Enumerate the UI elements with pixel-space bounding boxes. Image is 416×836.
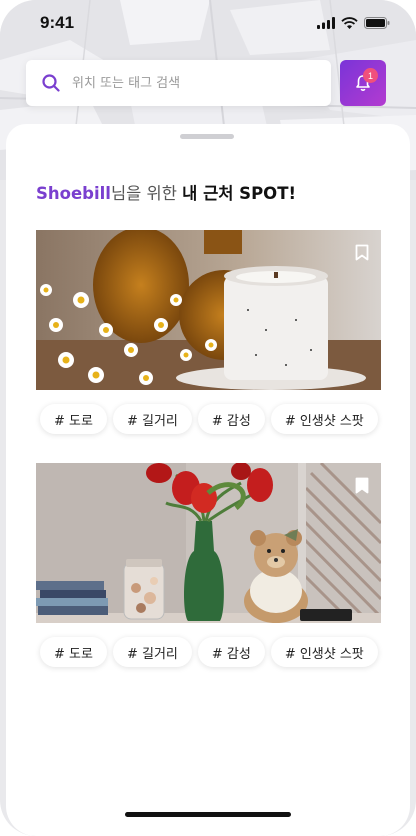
spot-card-image[interactable] — [36, 463, 381, 623]
home-indicator — [125, 812, 291, 817]
tag-chip[interactable]: # 길거리 — [112, 637, 192, 667]
search-icon — [42, 74, 60, 92]
spot-card-image[interactable] — [36, 230, 381, 390]
tag-list: # 도로 # 길거리 # 감성 # 인생샷 스팟 — [40, 404, 378, 434]
tag-chip[interactable]: # 도로 — [40, 404, 107, 434]
search-bar[interactable] — [26, 60, 331, 106]
heading-title: 내 근처 SPOT! — [182, 184, 296, 203]
phone-screen: 9:41 위치 또는 태그 검색 1 Shoebill님을 위한 내 근처 SP… — [0, 0, 416, 836]
bookmark-outline-icon[interactable] — [355, 244, 369, 261]
user-name: Shoebill — [36, 184, 111, 203]
bookmark-filled-icon[interactable] — [355, 477, 369, 494]
notification-badge: 1 — [363, 68, 378, 83]
cellular-signal-icon — [317, 17, 335, 29]
status-icons — [317, 17, 390, 29]
section-heading: Shoebill님을 위한 내 근처 SPOT! — [36, 180, 296, 204]
search-input[interactable] — [72, 75, 302, 91]
status-bar: 9:41 — [0, 0, 416, 46]
notification-button[interactable]: 1 — [340, 60, 386, 106]
tag-chip[interactable]: # 인생샷 스팟 — [270, 637, 378, 667]
candle-and-chamomile-photo — [36, 230, 381, 390]
tag-chip[interactable]: # 도로 — [40, 637, 107, 667]
wifi-icon — [341, 17, 358, 29]
tulips-and-teddy-bear-photo — [36, 463, 381, 623]
spot-sheet: Shoebill님을 위한 내 근처 SPOT! # 도로 # 길거리 # 감성… — [6, 124, 410, 836]
tag-list: # 도로 # 길거리 # 감성 # 인생샷 스팟 — [40, 637, 378, 667]
battery-icon — [364, 17, 390, 29]
status-time: 9:41 — [40, 13, 75, 32]
tag-chip[interactable]: # 감성 — [197, 637, 265, 667]
sheet-grabber[interactable] — [180, 134, 234, 139]
tag-chip[interactable]: # 감성 — [197, 404, 265, 434]
heading-suffix: 님을 위한 — [110, 184, 183, 203]
tag-chip[interactable]: # 인생샷 스팟 — [270, 404, 378, 434]
tag-chip[interactable]: # 길거리 — [112, 404, 192, 434]
